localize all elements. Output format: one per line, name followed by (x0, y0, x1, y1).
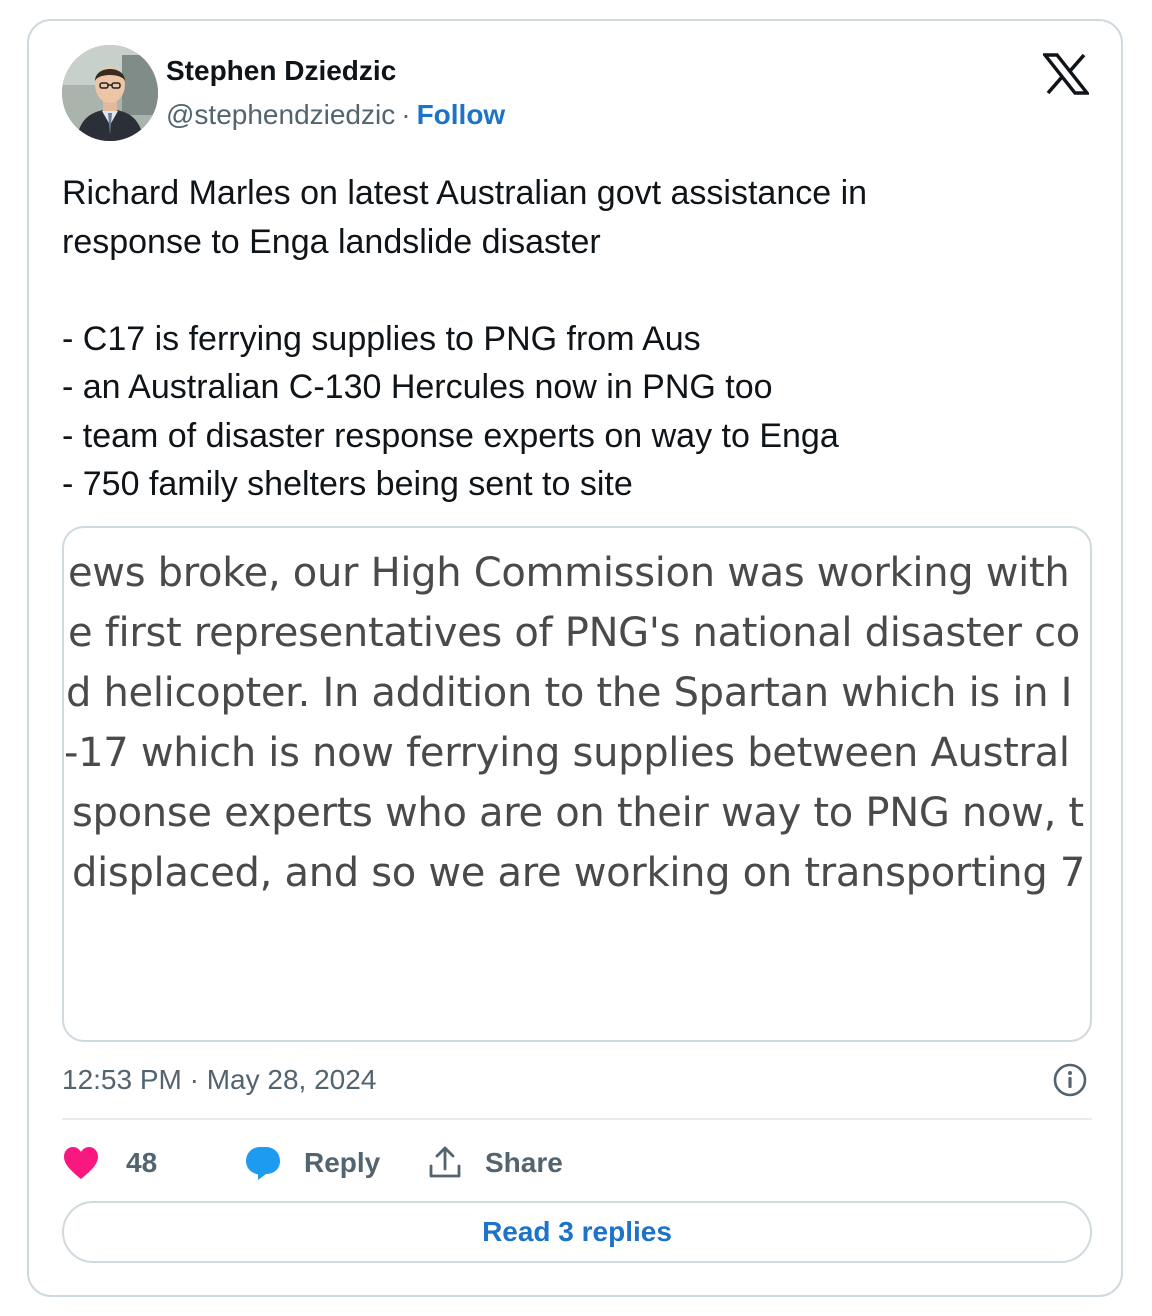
x-logo-icon[interactable] (1043, 53, 1089, 95)
media-text-line: sponse experts who are on their way to P… (72, 790, 1084, 836)
author-handle[interactable]: @stephendziedzic (166, 99, 395, 130)
speech-bubble-icon (246, 1147, 280, 1180)
like-count: 48 (126, 1147, 158, 1178)
share-button[interactable]: Share (427, 1141, 563, 1185)
media-text-line: -17 which is now ferrying supplies betwe… (64, 730, 1070, 776)
share-arrow-icon (429, 1146, 461, 1178)
tweet-text: Richard Marles on latest Australian govt… (62, 169, 1092, 509)
author-avatar[interactable] (62, 45, 158, 141)
media-text-line: d helicopter. In addition to the Spartan… (66, 670, 1073, 716)
avatar-photo (62, 45, 158, 141)
media-text-line: ews broke, our High Commission was worki… (68, 550, 1070, 596)
author-handle-row: @stephendziedzic · Follow (166, 99, 505, 131)
author-name[interactable]: Stephen Dziedzic (166, 55, 396, 87)
handle-separator: · (401, 99, 411, 130)
read-replies-button[interactable]: Read 3 replies (62, 1201, 1092, 1263)
tweet-line: response to Enga landslide disaster (62, 222, 601, 261)
reply-label: Reply (304, 1147, 381, 1178)
media-attachment[interactable]: ews broke, our High Commission was worki… (62, 526, 1092, 1042)
tweet-line: - 750 family shelters being sent to site (62, 465, 633, 503)
tweet-card: Stephen Dziedzic @stephendziedzic · Follow… (27, 19, 1123, 1297)
share-label: Share (485, 1147, 563, 1178)
media-text-line: displaced, and so we are working on tran… (72, 850, 1084, 896)
tweet-line: Richard Marles on latest Australian govt… (62, 174, 868, 212)
info-icon[interactable] (1052, 1062, 1088, 1098)
like-button[interactable]: 48 (62, 1141, 157, 1185)
media-image: ews broke, our High Commission was worki… (64, 550, 1084, 930)
tweet-line: - team of disaster response experts on w… (62, 416, 839, 455)
follow-button[interactable]: Follow (417, 99, 506, 130)
heart-icon (64, 1147, 98, 1179)
reply-button[interactable]: Reply (244, 1141, 380, 1185)
tweet-line: - an Australian C-130 Hercules now in PN… (62, 368, 773, 406)
tweet-timestamp[interactable]: 12:53 PM · May 28, 2024 (62, 1064, 376, 1096)
media-text-line: e first representatives of PNG's nationa… (68, 610, 1080, 656)
divider (62, 1118, 1092, 1120)
tweet-line: - C17 is ferrying supplies to PNG from A… (62, 319, 701, 358)
